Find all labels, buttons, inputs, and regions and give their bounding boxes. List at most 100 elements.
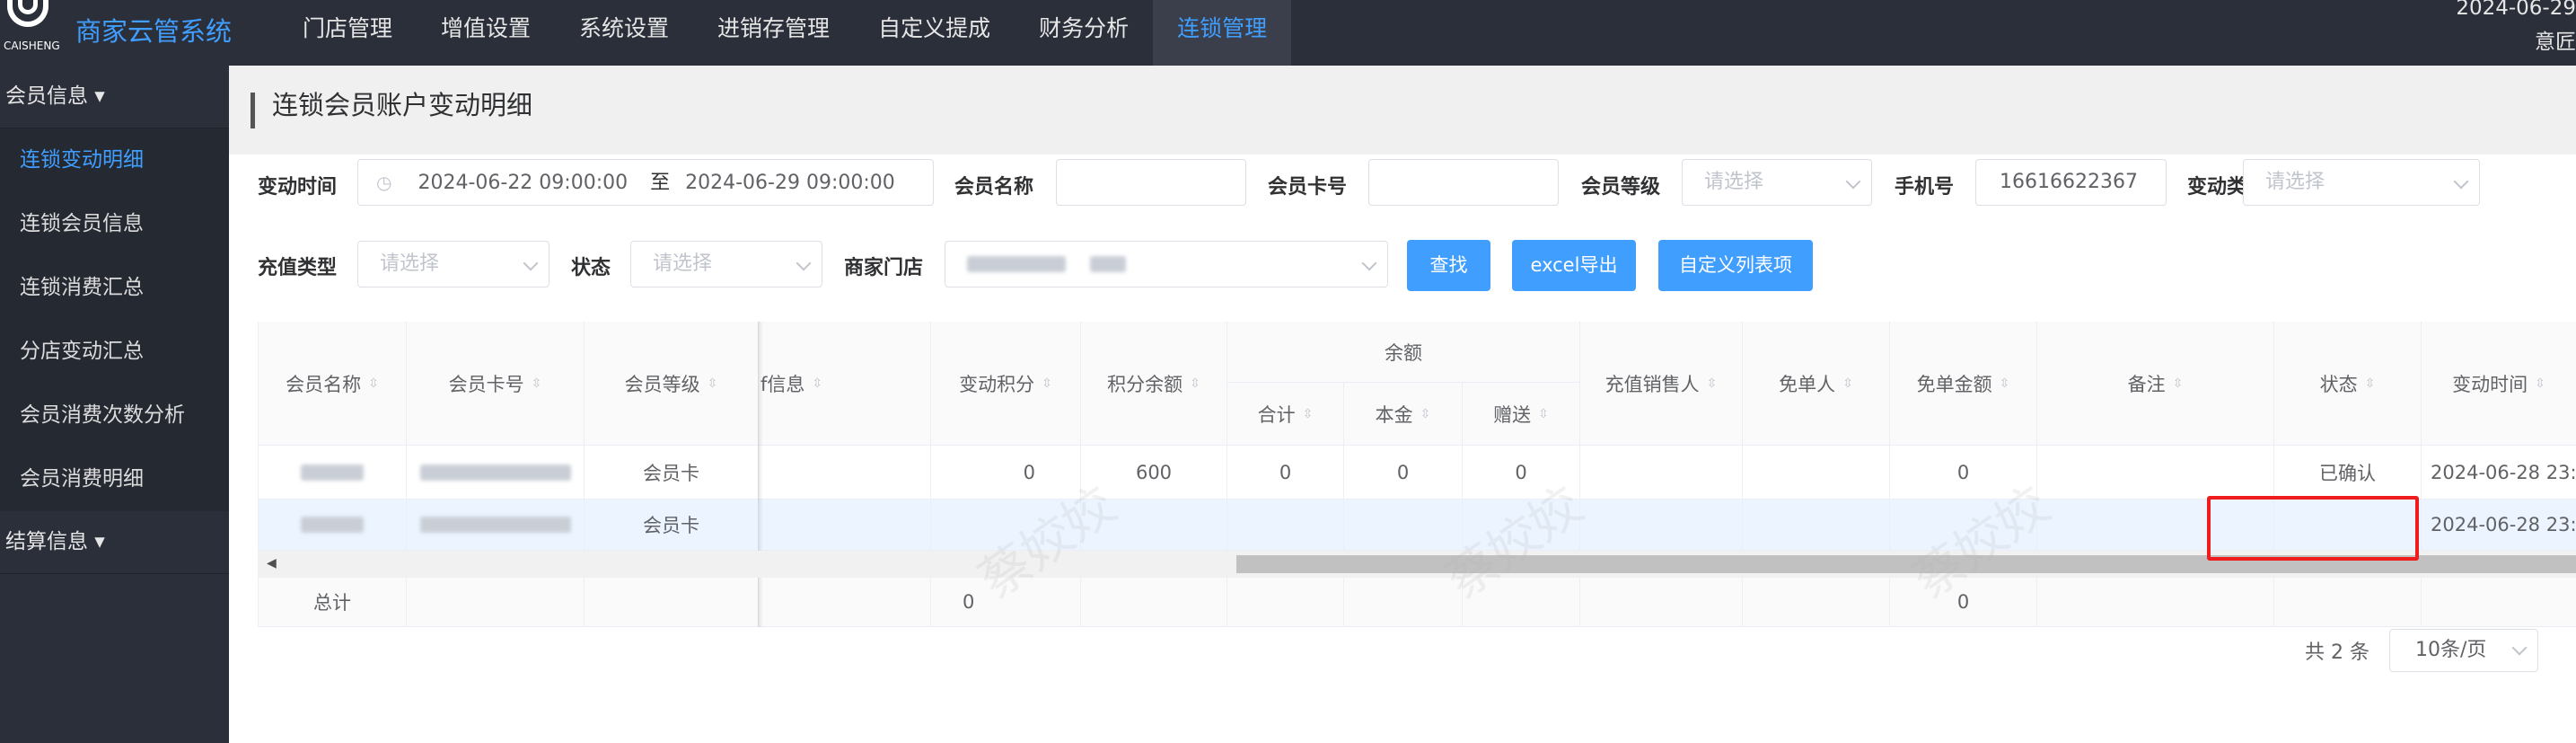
sort-icon[interactable]: ⇳ <box>1538 408 1549 420</box>
recharge-type-label: 充值类型 <box>258 257 338 279</box>
col-header-waiver[interactable]: 免单人 ⇳ <box>1743 322 1890 446</box>
date-start: 2024-06-22 09:00:00 <box>418 172 629 194</box>
top-right-info: 2024-06-29 意匠 <box>2456 0 2576 59</box>
chevron-down-icon <box>1361 255 1377 271</box>
col-header-seller[interactable]: 充值销售人 ⇳ <box>1580 322 1743 446</box>
col-header-points-change[interactable]: 变动积分 ⇳ <box>931 322 1081 446</box>
col-header-card[interactable]: 会员卡号 ⇳ <box>407 322 585 446</box>
phone-label: 手机号 <box>1895 176 1955 199</box>
table-cell-card <box>407 500 585 551</box>
sidebar-group-settlement[interactable]: 结算信息 ▾ <box>0 511 229 574</box>
nav-store-management[interactable]: 门店管理 <box>278 0 417 66</box>
col-header-status[interactable]: 状态 ⇳ <box>2274 322 2422 446</box>
sort-icon[interactable]: ⇳ <box>1303 408 1314 420</box>
col-header-principal[interactable]: 本金 ⇳ <box>1344 383 1463 446</box>
top-nav: 门店管理 增值设置 系统设置 进销存管理 自定义提成 财务分析 连锁管理 <box>278 0 1292 66</box>
user-name[interactable]: 意匠 <box>2456 25 2576 59</box>
chevron-down-icon <box>2511 640 2528 656</box>
chevron-down-icon <box>2453 173 2469 190</box>
table-cell-level: 会员卡 <box>585 446 759 500</box>
phone-input[interactable]: 16616622367 <box>1975 159 2167 206</box>
nav-value-added[interactable]: 增值设置 <box>417 0 555 66</box>
table-cell-note <box>2037 446 2274 500</box>
col-header-info[interactable]: f信息 ⇳ <box>759 322 931 446</box>
caret-down-icon: ▾ <box>88 530 105 553</box>
col-header-gift[interactable]: 赠送 ⇳ <box>1463 383 1580 446</box>
col-header-balance: 余额 <box>1227 322 1580 383</box>
page-title: 连锁会员账户变动明细 <box>272 90 533 120</box>
sort-icon[interactable]: ⇳ <box>368 377 379 390</box>
sort-icon[interactable]: ⇳ <box>532 377 542 390</box>
store-label: 商家门店 <box>844 257 924 279</box>
sort-icon[interactable]: ⇳ <box>1420 408 1431 420</box>
status-select[interactable]: 请选择 <box>630 241 822 287</box>
store-select[interactable] <box>945 241 1388 287</box>
sort-icon[interactable]: ⇳ <box>812 377 822 390</box>
table-cell-card <box>407 446 585 500</box>
change-time-label: 变动时间 <box>258 176 338 199</box>
card-no-input[interactable] <box>1368 159 1559 206</box>
sort-icon[interactable]: ⇳ <box>1842 377 1853 390</box>
date-range-picker[interactable]: ◷ 2024-06-22 09:00:00 至 2024-06-29 09:00… <box>357 159 934 206</box>
chevron-down-icon <box>523 255 539 271</box>
col-header-name[interactable]: 会员名称 ⇳ <box>259 322 407 446</box>
sort-icon[interactable]: ⇳ <box>2365 377 2376 390</box>
search-button[interactable]: 查找 <box>1407 240 1490 291</box>
custom-columns-button[interactable]: 自定义列表项 <box>1658 240 1813 291</box>
records-table: 会员名称 ⇳ 会员卡号 ⇳ 会员等级 ⇳ f信息 ⇳ 变动积分 ⇳ 积分余额 ⇳ 余额 合计… <box>258 322 2576 627</box>
sidebar-item-consumption-detail[interactable]: 会员消费明细 <box>0 447 229 511</box>
nav-finance[interactable]: 财务分析 <box>1015 0 1153 66</box>
chevron-down-icon <box>1845 173 1861 190</box>
table-cell-waiver <box>1743 446 1890 500</box>
sort-icon[interactable]: ⇳ <box>708 377 718 390</box>
page-header: 连锁会员账户变动明细 <box>229 66 2576 155</box>
sidebar-item-consumption-count[interactable]: 会员消费次数分析 <box>0 384 229 447</box>
sort-icon[interactable]: ⇳ <box>2000 377 2010 390</box>
table-cell-principal: 0 <box>1344 446 1463 500</box>
recharge-type-select[interactable]: 请选择 <box>357 241 549 287</box>
col-header-note[interactable]: 备注 ⇳ <box>2037 322 2274 446</box>
highlight-box <box>2207 496 2419 561</box>
col-header-total[interactable]: 合计 ⇳ <box>1227 383 1344 446</box>
table-cell-level: 会员卡 <box>585 500 759 551</box>
brand-title: 商家云管系统 <box>75 16 233 47</box>
sort-icon[interactable]: ⇳ <box>1190 377 1200 390</box>
table-cell-time: 2024-06-28 23:08:2 <box>2422 500 2576 551</box>
card-no-label: 会员卡号 <box>1268 176 1348 199</box>
table-cell-info <box>759 446 931 500</box>
sort-icon[interactable]: ⇳ <box>2173 377 2184 390</box>
col-header-points-balance[interactable]: 积分余额 ⇳ <box>1081 322 1227 446</box>
sort-icon[interactable]: ⇳ <box>2535 377 2545 390</box>
excel-export-button[interactable]: excel导出 <box>1512 240 1636 291</box>
table-cell-name <box>259 500 407 551</box>
table-cell-status: 已确认 <box>2274 446 2422 500</box>
col-header-level[interactable]: 会员等级 ⇳ <box>585 322 759 446</box>
sort-icon[interactable]: ⇳ <box>1707 377 1718 390</box>
table-cell-name <box>259 446 407 500</box>
logo: CAISHENG <box>0 0 70 66</box>
caret-down-icon: ▾ <box>88 84 105 108</box>
level-label: 会员等级 <box>1581 176 1661 199</box>
sort-icon[interactable]: ⇳ <box>1042 377 1052 390</box>
scroll-left-icon[interactable]: ◀ <box>267 556 277 571</box>
store-tag-redacted <box>967 256 1066 272</box>
sidebar-item-branch-changes[interactable]: 分店变动汇总 <box>0 320 229 384</box>
nav-system-settings[interactable]: 系统设置 <box>555 0 693 66</box>
top-bar: CAISHENG 商家云管系统 门店管理 增值设置 系统设置 进销存管理 自定义… <box>0 0 2576 66</box>
sidebar-group-member[interactable]: 会员信息 ▾ <box>0 66 229 128</box>
table-cell-seller <box>1580 446 1743 500</box>
nav-inventory[interactable]: 进销存管理 <box>693 0 854 66</box>
page-size-select[interactable]: 10条/页 <box>2389 629 2538 672</box>
sidebar-item-chain-members[interactable]: 连锁会员信息 <box>0 192 229 256</box>
level-select[interactable]: 请选择 <box>1682 159 1872 206</box>
col-header-time[interactable]: 变动时间 ⇳ <box>2422 322 2576 446</box>
change-type-select[interactable]: 请选择 <box>2243 159 2480 206</box>
sidebar-item-chain-changes[interactable]: 连锁变动明细 <box>0 128 229 192</box>
sidebar-item-chain-consumption[interactable]: 连锁消费汇总 <box>0 256 229 320</box>
table-cell-time: 2024-06-28 23:30:3 <box>2422 446 2576 500</box>
clock-icon: ◷ <box>376 172 392 193</box>
nav-chain-management[interactable]: 连锁管理 <box>1153 0 1292 66</box>
nav-commission[interactable]: 自定义提成 <box>854 0 1015 66</box>
member-name-input[interactable] <box>1056 159 1246 206</box>
col-header-waiver-amount[interactable]: 免单金额 ⇳ <box>1890 322 2037 446</box>
